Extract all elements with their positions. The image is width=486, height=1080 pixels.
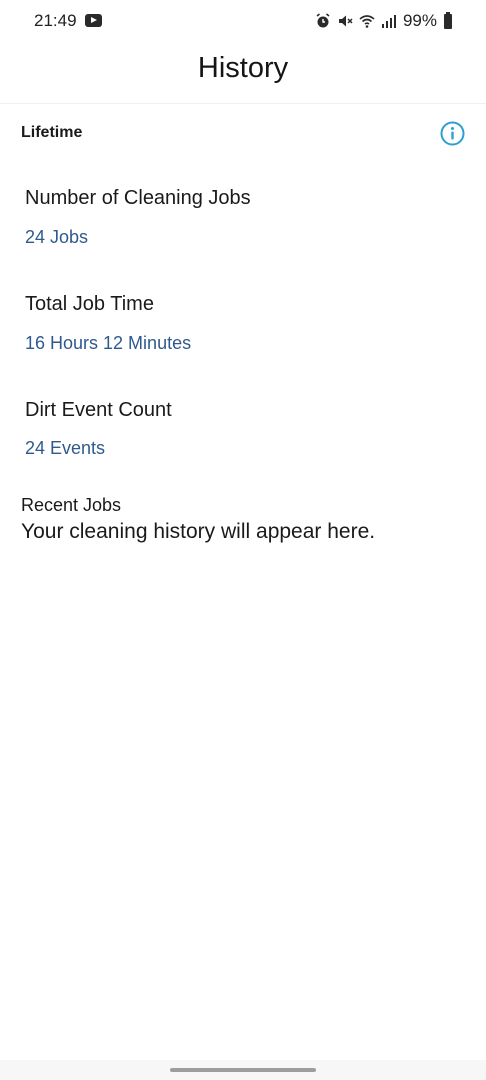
- stat-title-total-job-time: Total Job Time: [25, 293, 154, 315]
- recent-jobs-label: Recent Jobs: [21, 495, 122, 515]
- info-icon[interactable]: [440, 121, 465, 146]
- battery-icon: [444, 11, 452, 29]
- header-divider: [0, 103, 486, 104]
- youtube-icon: [85, 14, 102, 27]
- battery-percentage: 99%: [402, 11, 437, 30]
- stat-value-total-job-time: 16 Hours 12 Minutes: [25, 333, 192, 353]
- alarm-icon: [316, 13, 330, 28]
- stat-title-dirt-event-count: Dirt Event Count: [25, 399, 172, 421]
- status-bar: 21:49 99%: [0, 0, 486, 42]
- status-icons: 99%: [315, 9, 452, 33]
- wifi-icon: [359, 15, 375, 28]
- stat-title-cleaning-jobs: Number of Cleaning Jobs: [25, 187, 251, 209]
- status-time: 21:49: [34, 11, 77, 30]
- home-indicator[interactable]: [170, 1068, 316, 1072]
- lifetime-section-label: Lifetime: [21, 124, 83, 141]
- page-title: History: [197, 52, 289, 84]
- recent-jobs-empty-message: Your cleaning history will appear here.: [21, 520, 376, 543]
- stat-value-cleaning-jobs: 24 Jobs: [25, 227, 89, 247]
- stat-value-dirt-event-count: 24 Events: [25, 438, 106, 458]
- signal-icon: [381, 15, 396, 28]
- mute-icon: [338, 15, 353, 27]
